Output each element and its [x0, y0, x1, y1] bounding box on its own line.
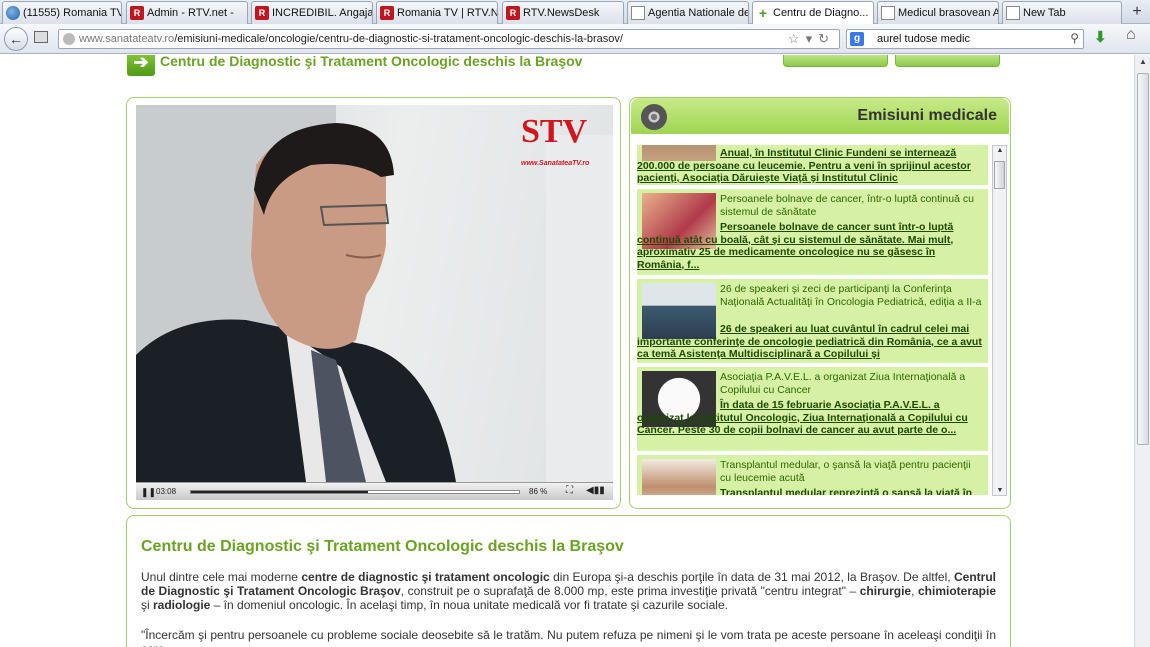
document-icon — [631, 6, 645, 20]
search-input[interactable]: g aurel tudose medic ⚲ — [846, 29, 1084, 49]
tab-label: Medicul brasovean A... — [898, 7, 999, 19]
medical-plus-icon: + — [758, 5, 768, 21]
address-bar[interactable]: www.sanatateatv.ro/emisiuni-medicale/onc… — [58, 29, 840, 49]
list-item[interactable]: Transplantul medular, o şansă la viaţă p… — [637, 455, 988, 495]
video-progress-fill — [191, 491, 369, 493]
document-icon — [881, 6, 895, 20]
list-item[interactable]: 26 de speakeri şi zeci de participanţi l… — [637, 279, 988, 365]
volume-icon[interactable]: ◀▮▮ — [586, 485, 605, 496]
page-header-title: Centru de Diagnostic şi Tratament Oncolo… — [160, 55, 583, 69]
tab-label: RTV.NewsDesk — [523, 7, 600, 19]
document-icon — [1006, 6, 1020, 20]
magnifier-icon[interactable]: ⚲ — [1070, 31, 1079, 45]
item-description[interactable]: Transplantul medular reprezintă o şansă … — [720, 487, 984, 495]
video-controls: ❚❚ 03:08 86 % ⛶ ◀▮▮ — [136, 482, 613, 500]
navigation-bar: ← www.sanatateatv.ro/emisiuni-medicale/o… — [0, 24, 1150, 54]
tab-label: Agentia Nationale de ... — [648, 7, 749, 19]
scroll-up-icon[interactable]: ▲ — [995, 147, 1005, 154]
top-action-button[interactable] — [783, 55, 888, 67]
search-engine-icon[interactable]: g — [850, 32, 864, 46]
tab-agentia-nationala[interactable]: Agentia Nationale de ... — [627, 1, 749, 24]
tab-label: Centru de Diagno... — [773, 7, 869, 19]
tab-label: Admin - RTV.net - — [147, 7, 234, 19]
tab-incredibil[interactable]: RINCREDIBIL. Angajat... — [251, 1, 373, 24]
scroll-thumb[interactable] — [994, 161, 1005, 189]
film-reel-icon — [641, 104, 667, 130]
web-page: ➔ Centru de Diagnostic şi Tratament Onco… — [0, 55, 1134, 647]
article-title: Centru de Diagnostic şi Tratament Oncolo… — [141, 538, 624, 555]
rtv-favicon-icon: R — [506, 6, 520, 20]
url-domain: www.sanatateatv.ro — [79, 33, 175, 45]
tab-rtv-newsdesk[interactable]: R RTV.NewsDesk — [502, 1, 624, 24]
fullscreen-icon[interactable]: ⛶ — [566, 485, 573, 496]
tab-label: (11555) Romania TV ... — [23, 7, 121, 19]
tab-romania-tv[interactable]: (11555) Romania TV ... — [2, 1, 122, 24]
rtv-favicon-icon: R — [380, 6, 394, 20]
tab-label: Romania TV | RTV.NE... — [397, 7, 498, 19]
article-paragraph-2: "Încercăm şi pentru persoanele cu proble… — [141, 628, 996, 647]
article-paragraph-1: Unul dintre cele mai moderne centre de d… — [141, 570, 997, 612]
item-description[interactable]: În data de 15 februarie Asociaţia P.A.V.… — [637, 399, 988, 437]
emisiuni-title: Emisiuni medicale — [857, 107, 997, 124]
page-scrollbar[interactable]: ▲ — [1134, 55, 1150, 647]
item-title[interactable]: Transplantul medular, o şansă la viaţă p… — [720, 459, 982, 484]
scroll-down-icon[interactable]: ▼ — [995, 487, 1005, 494]
download-arrow-icon[interactable]: ⬇ — [1094, 28, 1107, 46]
emisiuni-list: Anual, în Institutul Clinic Fundeni se i… — [637, 145, 990, 495]
new-tab-plus-icon[interactable]: + — [1128, 3, 1146, 21]
tab-new-tab[interactable]: New Tab — [1002, 1, 1122, 24]
rtv-favicon-icon: R — [255, 6, 269, 20]
stv-logo: STV www.SanatateaTV.ro — [521, 113, 590, 168]
item-title[interactable]: 26 de speakeri şi zeci de participanţi l… — [720, 283, 982, 308]
tab-label: INCREDIBIL. Angajat... — [272, 7, 373, 19]
video-player[interactable]: STV www.SanatateaTV.ro — [136, 105, 613, 482]
item-title[interactable]: Asociaţia P.A.V.E.L. a organizat Ziua In… — [720, 371, 982, 396]
item-description[interactable]: Persoanele bolnave de cancer sunt într-o… — [637, 221, 988, 271]
url-path: /emisiuni-medicale/oncologie/centru-de-d… — [174, 33, 623, 45]
thumbnail-image — [642, 459, 716, 495]
video-time: 03:08 — [156, 487, 177, 496]
globe-icon — [6, 6, 20, 20]
tab-admin-rtv[interactable]: R Admin - RTV.net - — [126, 1, 248, 24]
tab-centru-diagnostic[interactable]: + Centru de Diagno... — [752, 1, 874, 25]
list-item[interactable]: Anual, în Institutul Clinic Fundeni se i… — [637, 145, 988, 187]
item-title[interactable]: Persoanele bolnave de cancer, într-o lup… — [720, 193, 982, 218]
emisiuni-header: Emisiuni medicale — [631, 98, 1009, 134]
list-item[interactable]: Persoanele bolnave de cancer, într-o lup… — [637, 189, 988, 277]
pause-icon[interactable]: ❚❚ — [141, 487, 156, 498]
emisiuni-scrollbar[interactable]: ▲ ▼ — [992, 145, 1007, 496]
header-arrow-icon: ➔ — [127, 55, 155, 76]
back-arrow-icon[interactable]: ← — [4, 27, 28, 51]
tab-romania-tv-rtv[interactable]: RRomania TV | RTV.NE... — [376, 1, 498, 24]
list-item[interactable]: Asociaţia P.A.V.E.L. a organizat Ziua In… — [637, 367, 988, 453]
tab-label: New Tab — [1023, 7, 1066, 19]
tab-bar: (11555) Romania TV ... RAdmin - RTV.net … — [0, 0, 1150, 25]
scroll-thumb[interactable] — [1137, 73, 1149, 445]
search-value: aurel tudose medic — [877, 33, 970, 45]
bookmark-star-icon[interactable]: ☆▾↻ — [788, 31, 835, 47]
scroll-up-icon[interactable]: ▲ — [1137, 57, 1149, 69]
page-identity-icon[interactable] — [34, 31, 48, 43]
item-description[interactable]: Anual, în Institutul Clinic Fundeni se i… — [637, 147, 988, 185]
video-seek-bar[interactable] — [190, 490, 520, 494]
top-action-button[interactable] — [895, 55, 1000, 67]
video-volume: 86 % — [529, 487, 548, 496]
home-icon[interactable]: ⌂ — [1126, 26, 1136, 44]
item-description[interactable]: 26 de speakeri au luat cuvântul în cadru… — [637, 323, 988, 361]
site-globe-icon — [63, 33, 75, 45]
tab-medicul-brasovean[interactable]: Medicul brasovean A... — [877, 1, 999, 24]
rtv-favicon-icon: R — [130, 6, 144, 20]
